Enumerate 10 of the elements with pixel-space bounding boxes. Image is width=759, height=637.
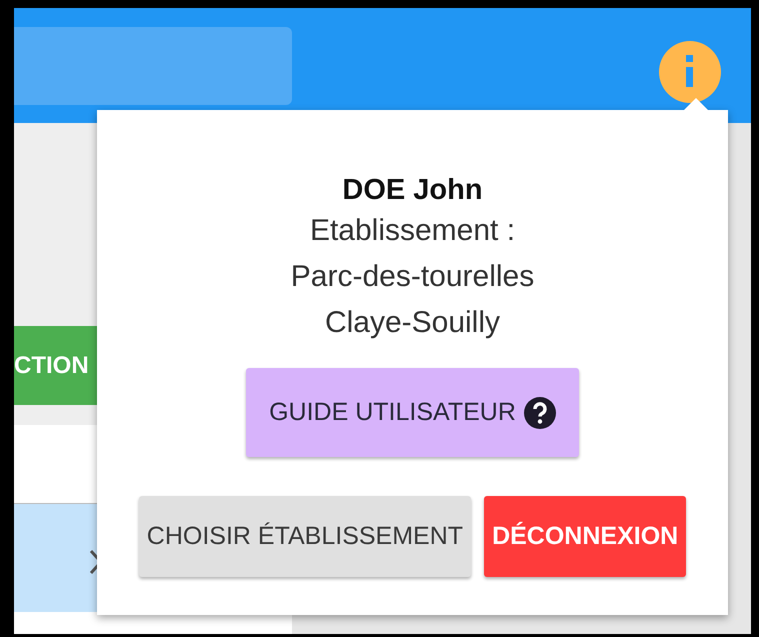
establishment-text: Parc-des-tourelles xyxy=(290,259,534,295)
info-icon[interactable] xyxy=(659,41,721,103)
search-field[interactable] xyxy=(14,27,292,105)
establishment-text: Claye-Souilly xyxy=(324,305,500,341)
choose-establishment-button[interactable]: CHOISIR ÉTABLISSEMENT xyxy=(138,496,472,577)
help-icon xyxy=(524,396,556,428)
establishment-text: Etablissement : xyxy=(310,213,516,249)
user-name: DOE John xyxy=(342,173,483,208)
logout-button[interactable]: DÉCONNEXION xyxy=(484,496,686,577)
guide-button[interactable]: GUIDE UTILISATEUR xyxy=(246,368,579,457)
